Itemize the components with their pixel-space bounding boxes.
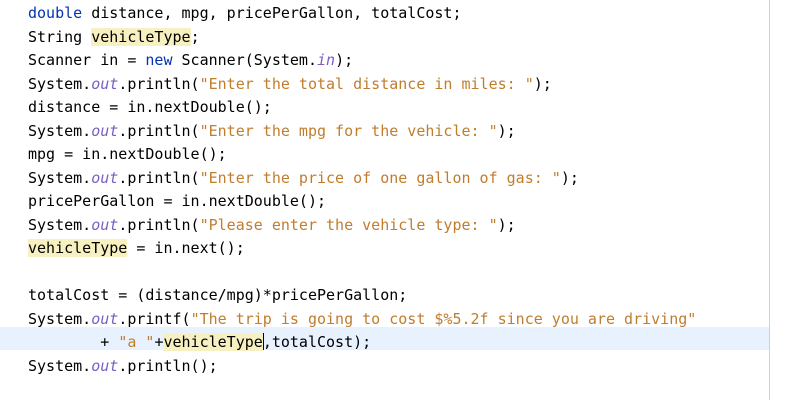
code-line[interactable]: System.out.println("Enter the mpg for th… xyxy=(28,120,696,144)
code-line[interactable]: pricePerGallon = in.nextDouble(); xyxy=(28,190,696,214)
code-token: .printf( xyxy=(118,309,191,328)
code-token: pricePerGallon = in.nextDouble(); xyxy=(28,192,327,210)
code-token: System. xyxy=(28,309,92,328)
code-token: System. xyxy=(28,215,92,234)
code-token: ); xyxy=(497,215,516,234)
code-line[interactable]: System.out.printf("The trip is going to … xyxy=(28,308,696,332)
code-token: .println( xyxy=(118,121,200,140)
static-field-token: out xyxy=(91,356,119,375)
code-token: System. xyxy=(28,168,92,187)
highlighted-identifier: vehicleType xyxy=(91,27,191,46)
code-token: ,totalCost); xyxy=(262,333,372,351)
code-area[interactable]: double distance, mpg, pricePerGallon, to… xyxy=(0,0,696,378)
code-editor[interactable]: double distance, mpg, pricePerGallon, to… xyxy=(0,0,810,400)
code-line[interactable]: String vehicleType; xyxy=(28,26,696,50)
code-token: System. xyxy=(28,74,92,93)
code-token: .println( xyxy=(118,168,200,187)
code-token: Scanner(System. xyxy=(172,51,317,69)
code-line[interactable]: totalCost = (distance/mpg)*pricePerGallo… xyxy=(28,284,696,308)
code-token: .println( xyxy=(118,74,200,93)
string-literal-token: "Enter the price of one gallon of gas: " xyxy=(199,168,561,187)
static-field-token: out xyxy=(91,168,119,187)
code-line[interactable]: System.out.println(); xyxy=(28,355,696,379)
code-token: ); xyxy=(560,168,579,187)
code-token: + xyxy=(28,333,119,351)
string-literal-token: "Please enter the vehicle type: " xyxy=(199,215,498,234)
code-token: distance = in.nextDouble(); xyxy=(28,98,272,116)
code-token: ; xyxy=(190,27,200,46)
code-line[interactable]: double distance, mpg, pricePerGallon, to… xyxy=(28,2,696,26)
code-line[interactable]: + "a "+vehicleType,totalCost); xyxy=(28,331,696,355)
code-token: ); xyxy=(335,51,354,69)
code-line[interactable]: vehicleType = in.next(); xyxy=(28,237,696,261)
keyword-token: new xyxy=(145,51,173,69)
static-field-token: out xyxy=(91,121,119,140)
code-token: .println( xyxy=(118,215,200,234)
static-field-token: out xyxy=(91,74,119,93)
code-token: distance, mpg, pricePerGallon, totalCost… xyxy=(82,4,462,22)
code-line[interactable]: System.out.println("Please enter the veh… xyxy=(28,214,696,238)
code-line[interactable]: Scanner in = new Scanner(System.in); xyxy=(28,49,696,73)
highlighted-identifier: vehicleType xyxy=(163,333,263,351)
code-token: String xyxy=(28,27,92,46)
string-literal-token: "The trip is going to cost $%5.2f since … xyxy=(190,309,697,328)
static-field-token: in xyxy=(317,51,336,69)
static-field-token: out xyxy=(91,215,119,234)
code-line[interactable]: mpg = in.nextDouble(); xyxy=(28,143,696,167)
highlighted-identifier: vehicleType xyxy=(28,239,128,257)
code-token: .println(); xyxy=(118,356,218,375)
static-field-token: out xyxy=(91,309,119,328)
code-token: System. xyxy=(28,356,92,375)
code-token: ); xyxy=(497,121,516,140)
code-token: totalCost = (distance/mpg)*pricePerGallo… xyxy=(28,286,408,304)
code-token: ); xyxy=(533,74,552,93)
code-token: mpg = in.nextDouble(); xyxy=(28,145,227,163)
code-token: System. xyxy=(28,121,92,140)
code-line[interactable]: distance = in.nextDouble(); xyxy=(28,96,696,120)
code-line[interactable]: System.out.println("Enter the price of o… xyxy=(28,167,696,191)
code-token: = in.next(); xyxy=(127,239,245,257)
string-literal-token: "Enter the total distance in miles: " xyxy=(199,74,534,93)
code-token: Scanner in = xyxy=(28,51,146,69)
code-line[interactable] xyxy=(28,261,696,285)
string-literal-token: "Enter the mpg for the vehicle: " xyxy=(199,121,498,140)
code-line[interactable]: System.out.println("Enter the total dist… xyxy=(28,73,696,97)
keyword-token: double xyxy=(28,4,83,22)
string-literal-token: "a " xyxy=(118,333,155,351)
right-margin-guide xyxy=(769,0,770,400)
